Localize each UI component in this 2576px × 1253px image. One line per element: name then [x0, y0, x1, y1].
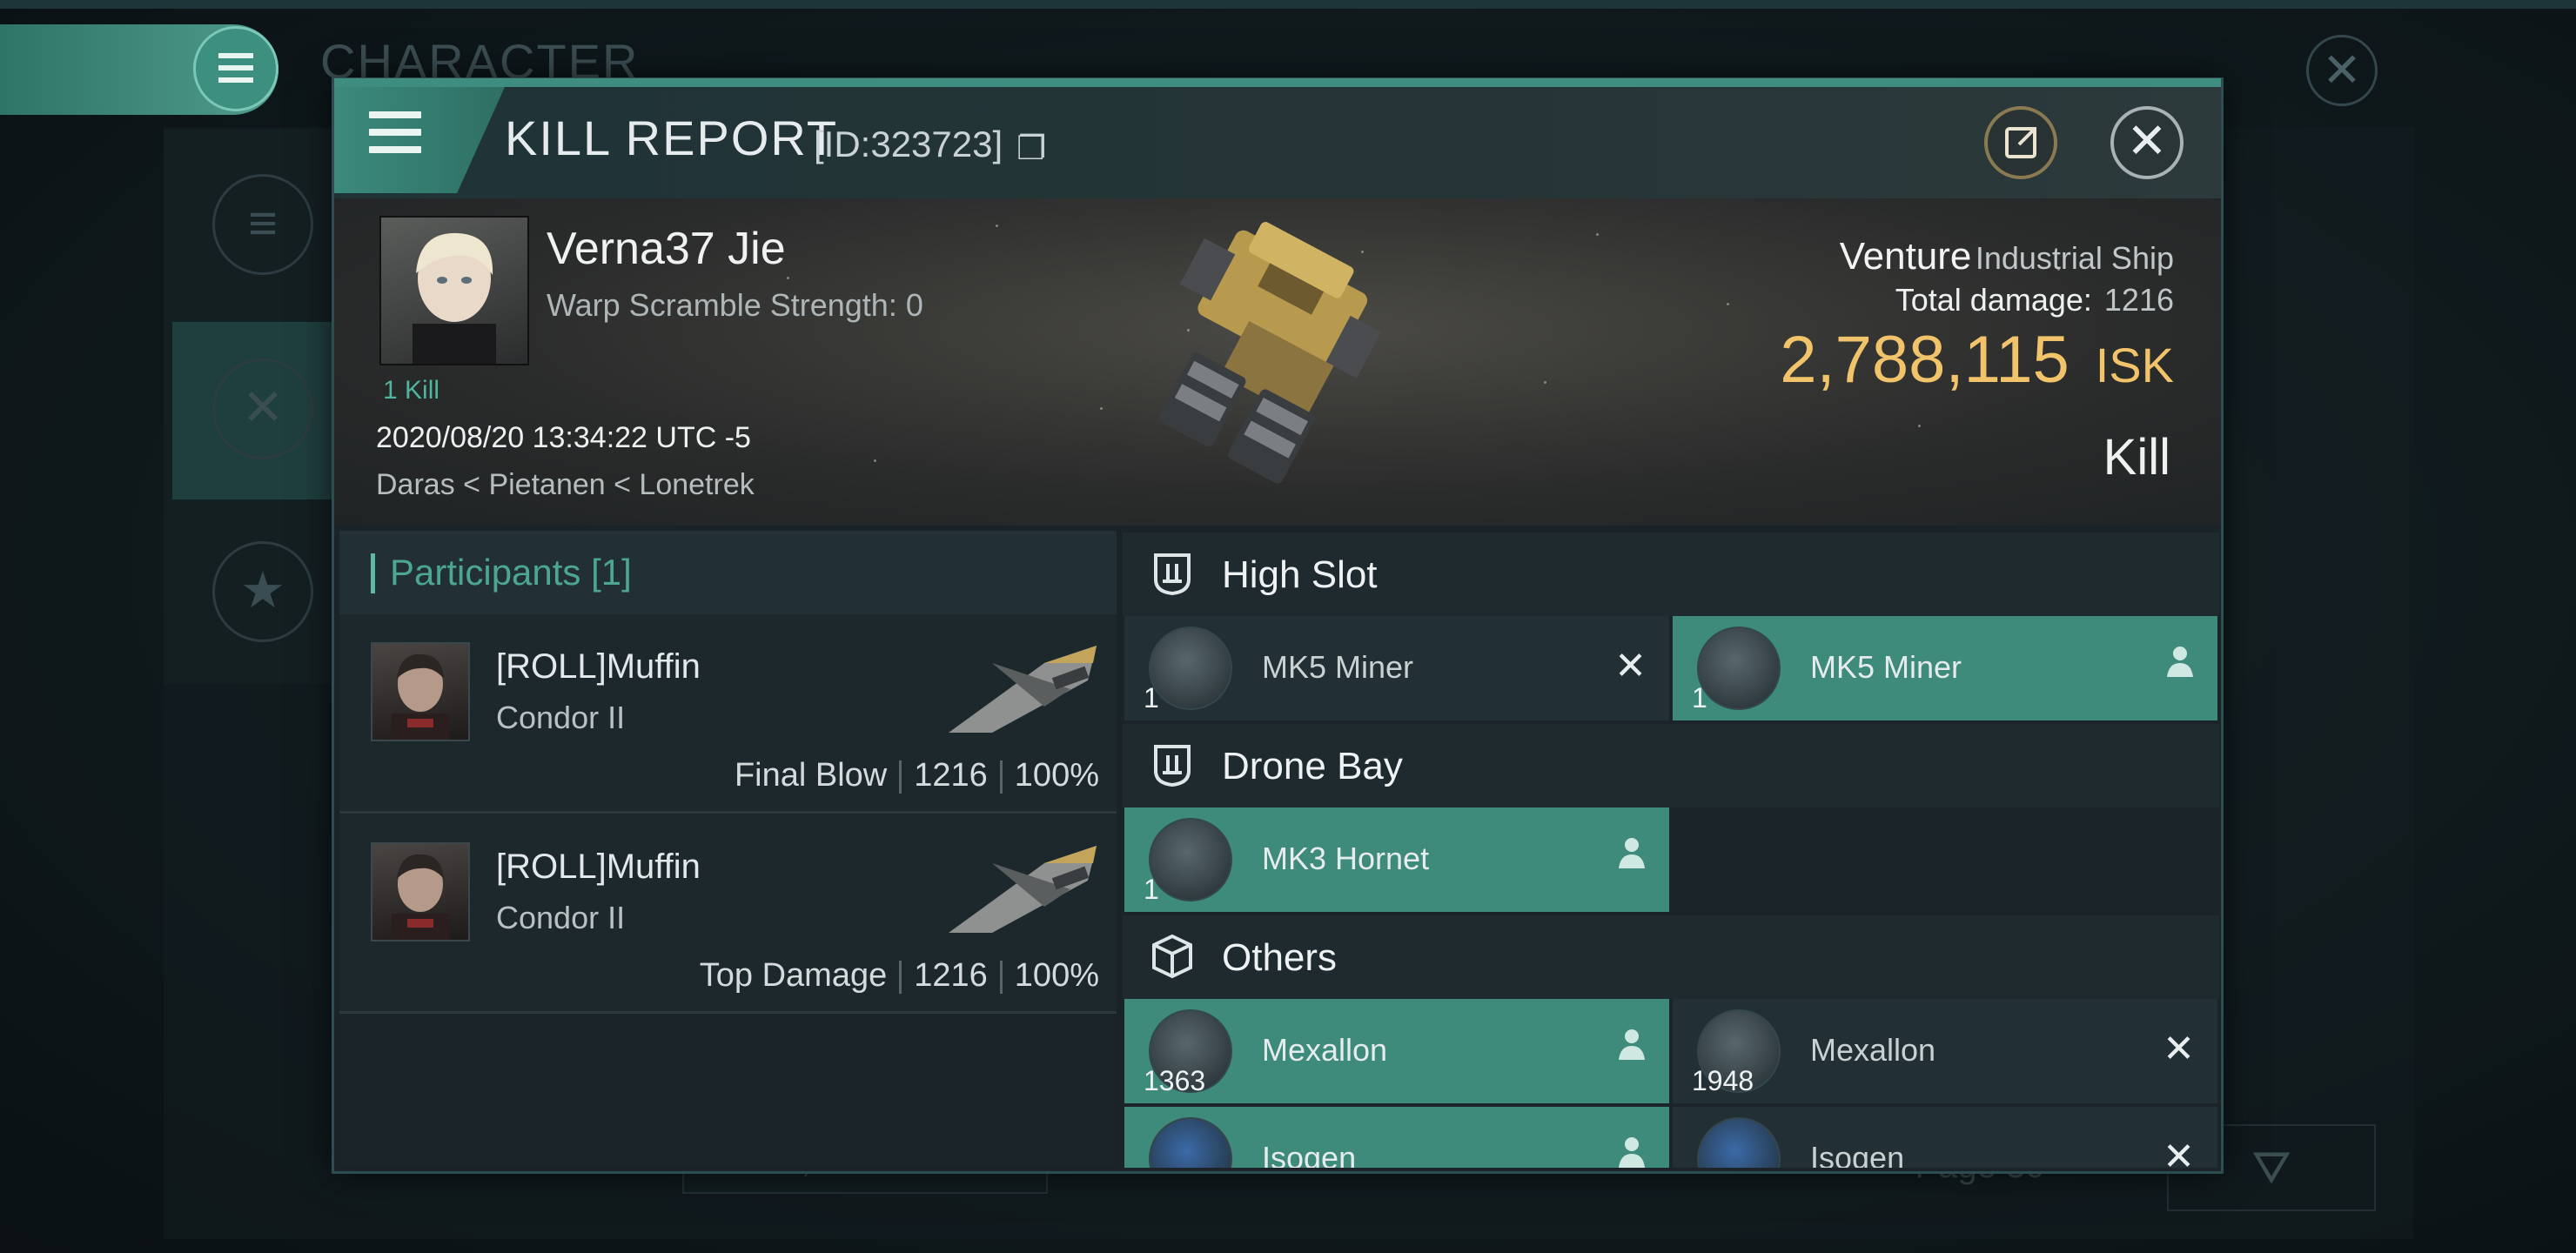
total-damage-line: Total damage: 1216 [1654, 282, 2174, 318]
dropped-person-icon [1617, 1135, 1647, 1168]
participant-damage: 1216 [914, 957, 988, 994]
close-button[interactable]: ✕ [2110, 106, 2184, 179]
ship-name-line: Venture Industrial Ship [1654, 235, 2174, 278]
warp-scramble-strength: Warp Scramble Strength: 0 [547, 287, 923, 323]
miner-module-icon [1149, 626, 1232, 710]
kill-timestamp: 2020/08/20 13:34:22 UTC -5 [376, 421, 751, 454]
ore-crystal-icon [1697, 1117, 1781, 1168]
condor-ship-image [949, 846, 1097, 933]
item-quantity: 1 [1692, 682, 1707, 714]
victim-name: Verna37 Jie [547, 224, 786, 274]
participants-empty-area [339, 1018, 1117, 1166]
drone-bay-section: Drone Bay [1123, 724, 2219, 807]
character-close-button[interactable]: ✕ [2306, 35, 2378, 106]
participant-percent: 100% [1014, 957, 1099, 994]
venture-ship-image [1158, 222, 1382, 484]
total-damage-label: Total damage: [1895, 282, 2092, 318]
high-slot-title: High Slot [1222, 553, 1378, 596]
participant-ship: Condor II [496, 700, 626, 735]
fitting-item-mk5-miner[interactable]: 1 MK5 Miner ✕ [1124, 616, 1669, 720]
item-name: MK3 Hornet [1262, 841, 1430, 876]
participants-marker [371, 553, 375, 593]
ship-name: Venture [1839, 235, 1972, 278]
fitting-item-mk3-hornet[interactable]: 1 MK3 Hornet [1124, 807, 1669, 912]
modal-accent-line [334, 78, 2221, 87]
drone-bay-icon [1149, 741, 1196, 788]
participant-stats: Top Damage 1216 100% [700, 957, 1099, 995]
dropped-person-icon [1617, 835, 1647, 881]
participant-role: Final Blow [734, 757, 888, 794]
share-icon [2005, 127, 2036, 158]
main-menu-button[interactable] [193, 26, 278, 111]
item-quantity: 1363 [1144, 1065, 1206, 1096]
others-title: Others [1222, 936, 1338, 979]
item-quantity: 1 [1144, 682, 1159, 714]
miner-module-icon [1697, 626, 1781, 710]
participant-stats: Final Blow 1216 100% [735, 757, 1099, 794]
kill-result: Kill [2103, 429, 2170, 486]
victim-portrait[interactable] [379, 216, 529, 365]
ship-class: Industrial Ship [1975, 240, 2174, 276]
others-section: Others [1123, 915, 2219, 999]
item-name: MK5 Miner [1262, 649, 1414, 685]
drone-icon [1149, 818, 1232, 901]
participant-ship: Condor II [496, 900, 626, 935]
participant-percent: 100% [1014, 757, 1099, 794]
sidebar-menu-icon[interactable]: ≡ [212, 174, 313, 275]
isk-value-line: 2,788,115 ISK [1654, 322, 2174, 398]
fitting-item-mexallon[interactable]: 1948 Mexallon ✕ [1673, 999, 2217, 1103]
fitting-item-mk5-miner[interactable]: 1 MK5 Miner [1673, 616, 2217, 720]
dropped-person-icon [2165, 644, 2195, 689]
participant-portrait[interactable] [371, 842, 470, 941]
participant-role: Top Damage [699, 957, 888, 994]
hamburger-icon [218, 53, 253, 83]
isk-unit: ISK [2095, 338, 2174, 392]
high-slot-section: High Slot [1123, 533, 2219, 616]
item-name: Isogen [1810, 1140, 1905, 1168]
top-bar [0, 0, 2576, 9]
participant-name: [ROLL]Muffin [496, 647, 701, 686]
crossed-swords-icon[interactable]: ✕ [212, 358, 313, 459]
item-name: Isogen [1262, 1140, 1357, 1168]
item-name: Mexallon [1810, 1032, 1936, 1068]
condor-ship-image [949, 646, 1097, 733]
destroyed-icon: ✕ [2163, 1028, 2195, 1070]
item-quantity: 1948 [1692, 1065, 1754, 1096]
participant-damage: 1216 [914, 757, 988, 794]
share-button[interactable] [1984, 106, 2057, 179]
high-slot-icon [1149, 550, 1196, 597]
destroyed-icon: ✕ [2163, 1136, 2195, 1168]
item-quantity: 1 [1144, 874, 1159, 905]
kill-report-title: KILL REPORT [505, 111, 839, 165]
destroyed-icon: ✕ [1614, 645, 1647, 687]
hamburger-icon[interactable] [369, 111, 421, 157]
isk-value: 2,788,115 [1780, 323, 2070, 397]
fitting-item-isogen[interactable]: Isogen ✕ [1673, 1107, 2217, 1168]
ore-crystal-icon [1149, 1117, 1232, 1168]
copy-icon[interactable]: ❐ [1016, 129, 1046, 168]
kill-location: Daras < Pietanen < Lonetrek [376, 468, 755, 501]
drone-bay-title: Drone Bay [1222, 745, 1403, 787]
participant-name: [ROLL]Muffin [496, 848, 701, 886]
star-badge-icon[interactable]: ★ [212, 541, 313, 642]
cargo-box-icon [1149, 933, 1196, 980]
participant-portrait[interactable] [371, 642, 470, 741]
fitting-item-mexallon[interactable]: 1363 Mexallon [1124, 999, 1669, 1103]
kill-count: 1 Kill [383, 376, 440, 405]
dropped-person-icon [1617, 1027, 1647, 1072]
kill-report-id: [ID:323723] [814, 124, 1003, 164]
fitting-item-isogen[interactable]: Isogen [1124, 1107, 1669, 1168]
participant-row[interactable]: [ROLL]Muffin Condor II Top Damage 1216 100… [339, 814, 1117, 1014]
participants-title: Participants [1] [390, 552, 632, 593]
total-damage-value: 1216 [2103, 282, 2174, 318]
item-name: Mexallon [1262, 1032, 1388, 1068]
item-name: MK5 Miner [1810, 649, 1962, 685]
participant-row[interactable]: [ROLL]Muffin Condor II Final Blow 1216 100… [339, 614, 1117, 814]
